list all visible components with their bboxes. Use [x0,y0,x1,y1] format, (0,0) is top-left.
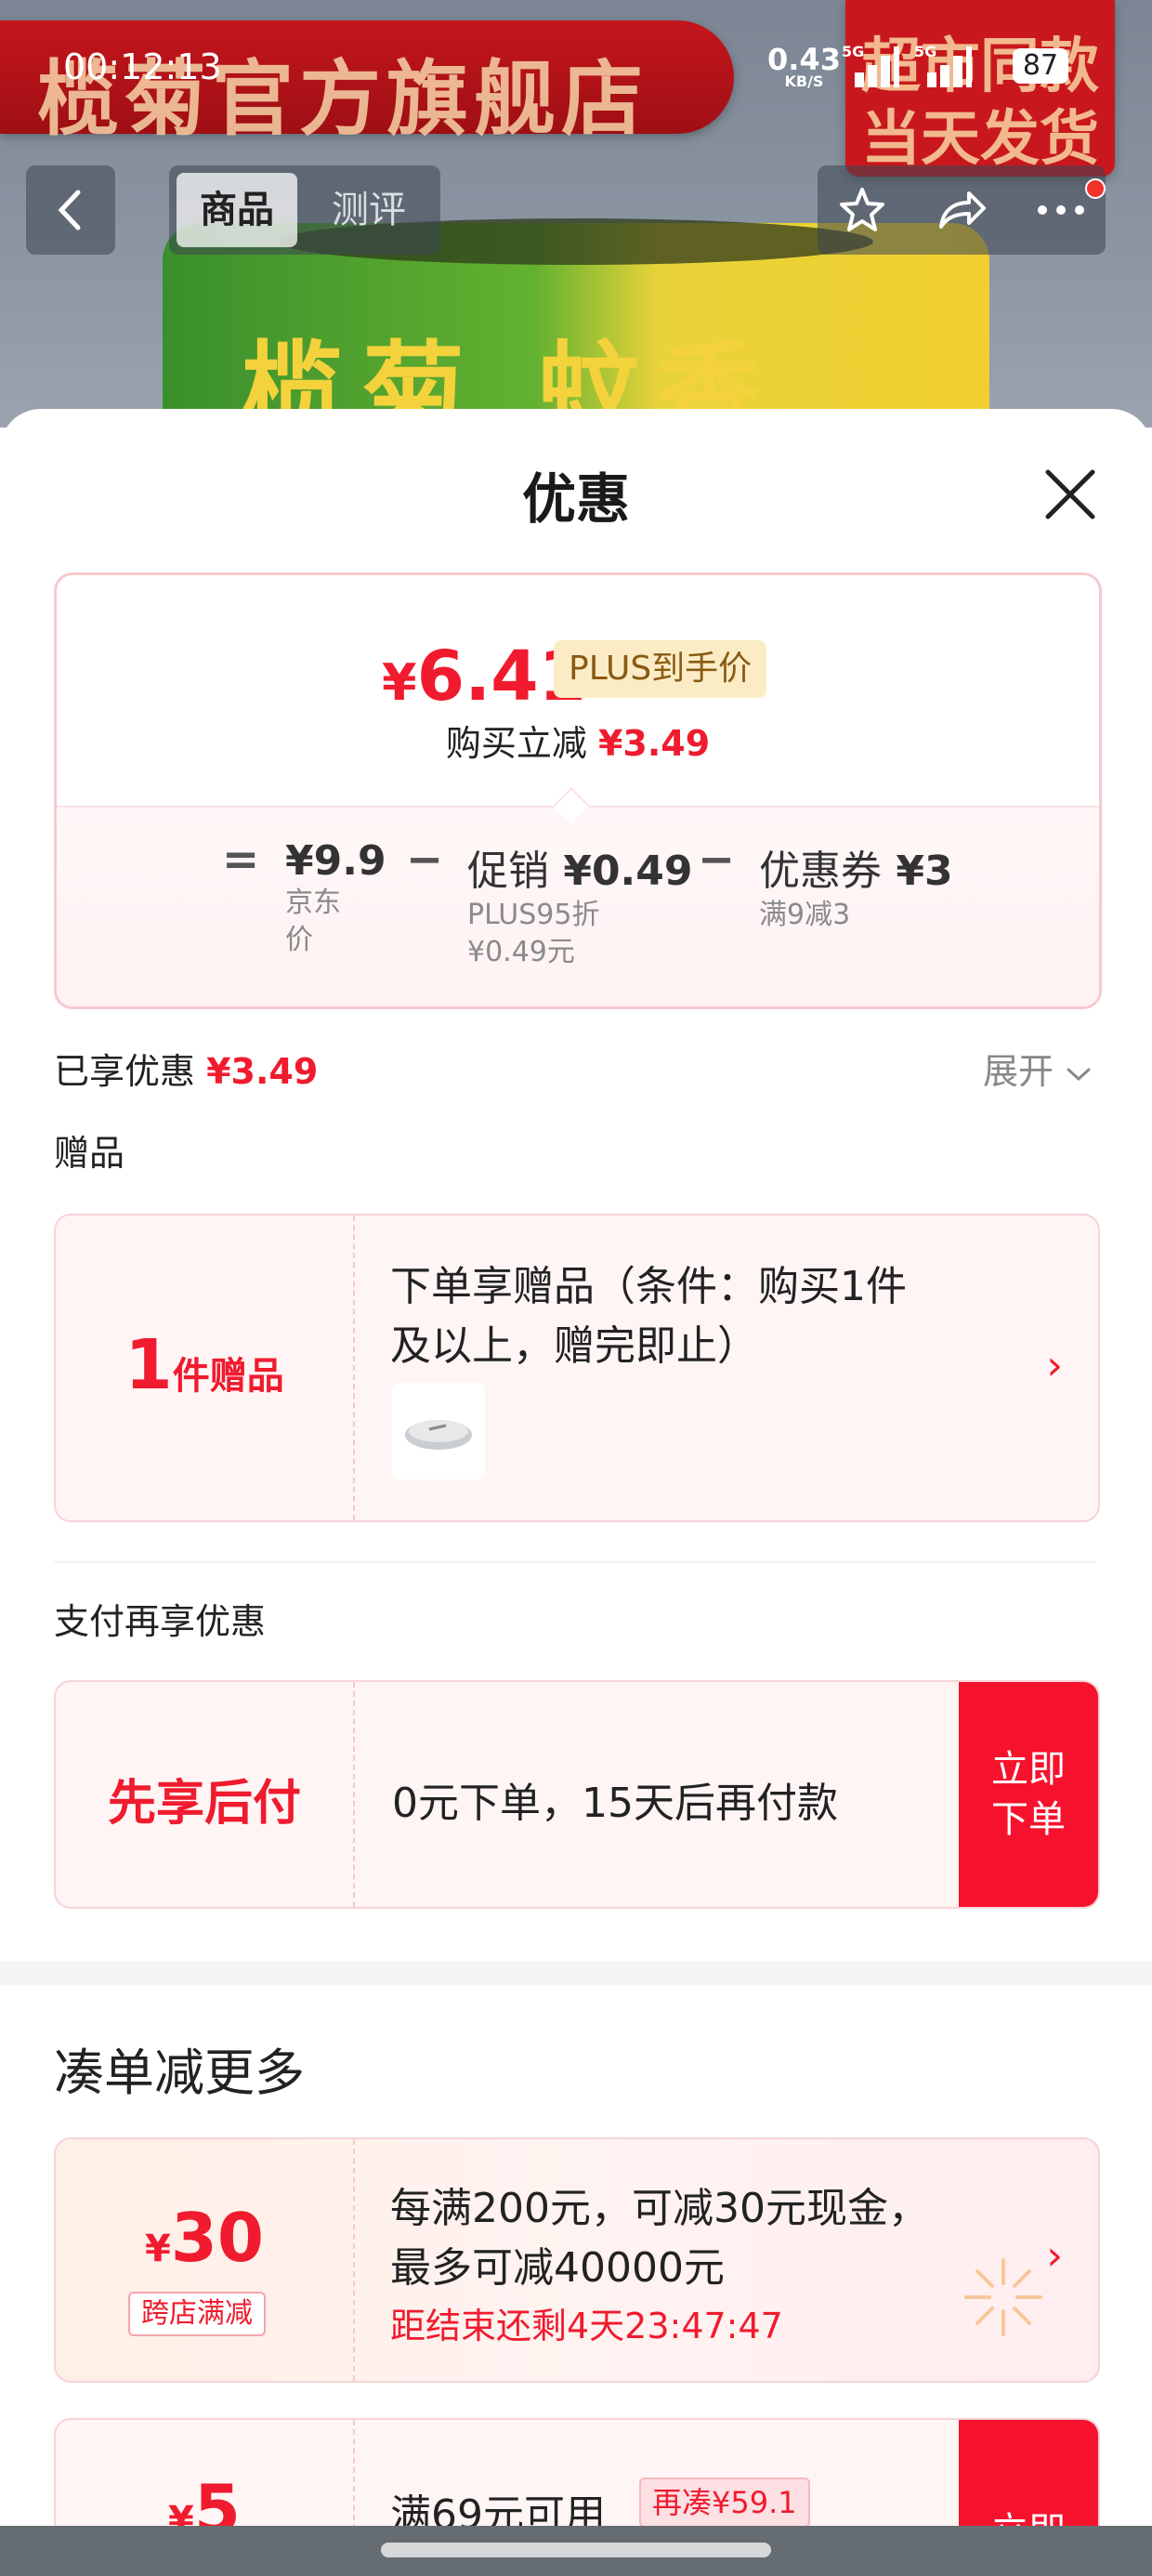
more-icon [1038,205,1084,215]
pay-later-card[interactable]: 先享后付 0元下单，15天后再付款 立即 下单 [54,1680,1100,1909]
share-icon [939,191,986,229]
expand-button[interactable]: 展开 [983,1043,1093,1094]
jd-price: ¥9.9 京东 价 [285,837,386,956]
chevron-left-icon [58,190,81,230]
offer-tag: 跨店满减 [128,2292,266,2336]
chevron-right-icon: › [1046,2232,1063,2280]
gift-count: 1件赠品 [56,1216,355,1520]
pay-later-label-box: 先享后付 [56,1682,355,1907]
offer-amount: ¥30 [144,2199,265,2277]
chevron-down-icon [1067,1068,1091,1082]
offer-line2: 最多可减40000元 [390,2244,725,2292]
pay-later-desc: 0元下单，15天后再付款 [392,1780,838,1827]
discount-sheet: 优惠 ¥6.41 PLUS到手价 购买立减 ¥3.49 = ¥9.9 京东 价 … [0,409,1152,2576]
offer-amount-box: ¥30 跨店满减 [56,2139,355,2381]
offer-countdown: 距结束还剩4天23:47:47 [390,2306,783,2346]
offer-line1: 每满200元，可减30元现金， [390,2185,929,2232]
enjoyed-discount: 已享优惠 ¥3.49 [54,1051,319,1092]
tab-review[interactable]: 测评 [308,173,429,247]
gift-section-title: 赠品 [54,1133,125,1174]
equals-sign: = [222,834,260,886]
gift-thumbnail[interactable] [392,1383,485,1479]
coupon-tag: 再凑¥59.1 [639,2477,810,2528]
chevron-right-icon: › [1046,1342,1063,1389]
tab-goods[interactable]: 商品 [177,173,297,247]
pay-later-title: 先享后付 [107,1776,301,1832]
tray-icon [405,1420,472,1450]
pay-section-title: 支付再享优惠 [54,1601,267,1642]
promo-discount: 促销 ¥0.49 PLUS95折 ¥0.49元 [467,848,693,968]
gift-desc-line1: 下单享赠品（条件：购买1件 [390,1263,907,1310]
nav-tab-group: 商品 测评 [169,165,440,255]
share-button[interactable] [917,165,1006,255]
status-time: 00:12:13 [63,46,222,87]
back-button[interactable] [26,165,115,255]
star-icon [840,188,884,231]
signal-icon: 5G [914,43,972,87]
coupon-discount: 优惠券 ¥3 满9减3 [759,848,953,931]
minus-sign: − [406,834,444,886]
close-button[interactable] [1033,457,1107,532]
section-divider [0,1961,1152,1985]
nav-actions [818,165,1106,255]
gift-card[interactable]: 1件赠品 下单享赠品（条件：购买1件 及以上，赠完即止） › [54,1214,1100,1522]
notification-dot [1085,178,1106,199]
signal-icon: 5G [842,43,899,87]
home-indicator[interactable] [381,2543,771,2557]
status-net-speed: 0.43 KB/S [767,42,841,90]
gift-desc-line2: 及以上，赠完即止） [390,1322,758,1370]
section-divider [54,1561,1096,1563]
plus-price-tag: PLUS到手价 [554,640,767,698]
firework-icon [964,2258,1042,2336]
instant-discount: 购买立减 ¥3.49 [445,723,711,764]
promo-badge: 超市同款 当天发货 [845,0,1115,177]
price-breakdown-card: ¥6.41 PLUS到手价 购买立减 ¥3.49 = ¥9.9 京东 价 − 促… [54,572,1102,1009]
cross-store-offer-card[interactable]: ¥30 跨店满减 每满200元，可减30元现金， 最多可减40000元 距结束还… [54,2137,1100,2383]
close-icon [1045,469,1095,519]
battery-icon: 87 [1013,48,1068,84]
order-now-button[interactable]: 立即 下单 [959,1682,1098,1907]
sheet-title: 优惠 [521,467,630,531]
minus-sign: − [698,834,736,886]
more-section-title: 凑单减更多 [54,2044,305,2102]
favorite-button[interactable] [818,165,907,255]
promo-badge-line2: 当天发货 [861,105,1099,174]
